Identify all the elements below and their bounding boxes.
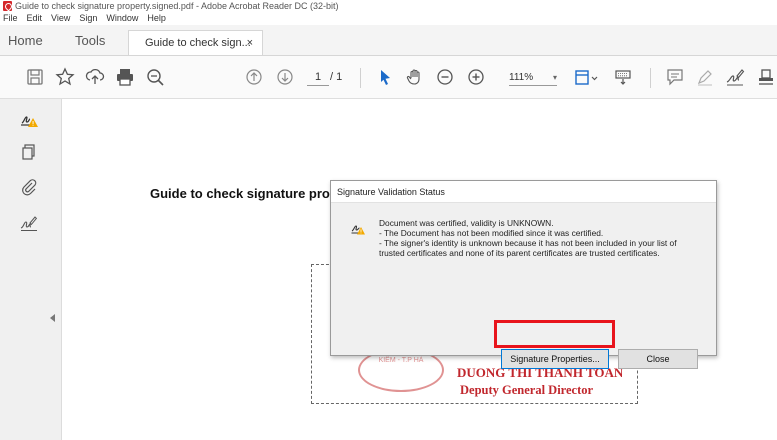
select-cursor-icon[interactable] <box>374 66 396 88</box>
document-heading: Guide to check signature pro <box>150 186 330 201</box>
tab-tools[interactable]: Tools <box>75 31 105 56</box>
page-total: / 1 <box>330 71 343 83</box>
menu-view[interactable]: View <box>51 12 70 25</box>
highlight-pen-icon[interactable] <box>694 66 716 88</box>
save-icon[interactable] <box>24 66 46 88</box>
tab-document[interactable]: Guide to check sign... × <box>128 30 263 55</box>
highlight-box <box>494 320 615 348</box>
signer-role: Deputy General Director <box>460 383 594 397</box>
menu-help[interactable]: Help <box>147 12 166 25</box>
previous-page-icon[interactable] <box>243 66 265 88</box>
toolbar-divider <box>650 68 651 88</box>
validation-line: - The signer's identity is unknown becau… <box>379 238 677 248</box>
menu-window[interactable]: Window <box>106 12 138 25</box>
zoom-in-icon[interactable] <box>465 66 487 88</box>
chevron-down-icon: ▾ <box>552 73 557 82</box>
bookmark-star-icon[interactable] <box>54 66 76 88</box>
navigation-pane <box>0 99 62 440</box>
validation-line: - The Document has not been modified sin… <box>379 228 604 238</box>
window-titlebar: Guide to check signature property.signed… <box>0 0 777 12</box>
signature-properties-button[interactable]: Signature Properties... <box>501 349 609 369</box>
next-page-icon[interactable] <box>274 66 296 88</box>
menu-file[interactable]: File <box>3 12 18 25</box>
page-number-input[interactable]: 1 <box>307 69 329 86</box>
search-zoom-icon[interactable] <box>144 66 166 88</box>
keyboard-icon[interactable] <box>612 66 634 88</box>
comment-icon[interactable] <box>664 66 686 88</box>
attachments-paperclip-icon[interactable] <box>20 178 40 198</box>
validation-message: Document was certified, validity is UNKN… <box>379 218 709 258</box>
zoom-level-select[interactable]: 111% ▾ <box>509 69 557 86</box>
fit-page-icon[interactable] <box>572 66 600 88</box>
close-button[interactable]: Close <box>618 349 698 369</box>
zoom-level-value: 111% <box>509 72 534 83</box>
page-thumbnails-icon[interactable] <box>20 143 40 163</box>
menu-sign[interactable]: Sign <box>79 12 97 25</box>
window-title: Guide to check signature property.signed… <box>15 1 339 11</box>
tab-bar: Home Tools Guide to check sign... × <box>0 25 777 56</box>
toolbar-divider <box>360 68 361 88</box>
print-icon[interactable] <box>114 66 136 88</box>
fill-sign-icon[interactable] <box>20 214 40 234</box>
acrobat-app-icon <box>3 1 12 11</box>
tab-home[interactable]: Home <box>8 31 43 56</box>
hand-tool-icon[interactable] <box>404 66 426 88</box>
zoom-out-icon[interactable] <box>434 66 456 88</box>
sign-pen-icon[interactable] <box>724 66 746 88</box>
validation-line: Document was certified, validity is UNKN… <box>379 218 554 228</box>
signature-panel-icon[interactable] <box>20 110 40 130</box>
menu-bar: File Edit View Sign Window Help <box>0 12 777 25</box>
dialog-title: Signature Validation Status <box>331 181 716 203</box>
toolbar: 1 / 1 111% ▾ <box>0 56 777 99</box>
signature-warning-icon <box>351 221 365 235</box>
validation-line: trusted certificates and none of its par… <box>379 248 660 258</box>
tab-document-label: Guide to check sign... <box>145 37 251 49</box>
collapse-pane-arrow-icon[interactable] <box>50 314 55 322</box>
stamp-icon[interactable] <box>755 66 773 88</box>
menu-edit[interactable]: Edit <box>27 12 43 25</box>
tab-close-icon[interactable]: × <box>247 31 253 55</box>
share-upload-icon[interactable] <box>84 66 106 88</box>
